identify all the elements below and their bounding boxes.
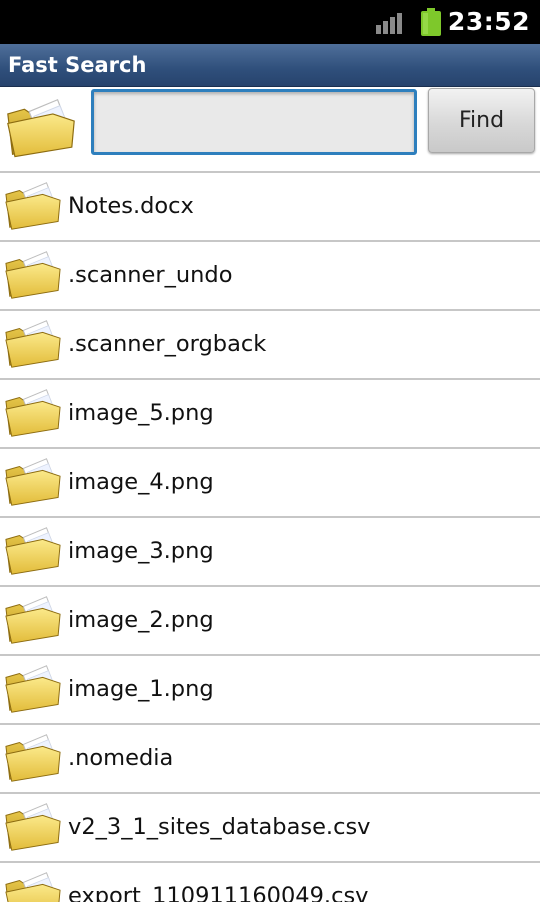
file-name: Notes.docx	[68, 193, 194, 219]
folder-icon	[5, 389, 61, 437]
file-list-item[interactable]: image_4.png	[0, 449, 540, 518]
folder-icon	[5, 596, 61, 644]
file-list[interactable]: Notes.docx .scanner_undo .scanner_orgbacki…	[0, 171, 540, 902]
folder-icon	[5, 458, 61, 506]
file-list-item[interactable]: image_3.png	[0, 518, 540, 587]
file-name: image_2.png	[68, 607, 214, 633]
file-name: image_5.png	[68, 400, 214, 426]
file-list-item[interactable]: .scanner_undo	[0, 242, 540, 311]
file-name: .scanner_orgback	[68, 331, 267, 357]
file-list-item[interactable]: image_1.png	[0, 656, 540, 725]
folder-icon	[5, 872, 61, 902]
signal-bars-icon	[376, 13, 402, 34]
file-name: image_1.png	[68, 676, 214, 702]
folder-icon	[5, 665, 61, 713]
title-bar: Fast Search	[0, 44, 540, 87]
status-bar: 23:52	[0, 0, 540, 44]
file-list-item[interactable]: image_5.png	[0, 380, 540, 449]
battery-icon	[421, 8, 441, 36]
file-list-item[interactable]: image_2.png	[0, 587, 540, 656]
folder-icon	[5, 182, 61, 230]
file-list-item[interactable]: .scanner_orgback	[0, 311, 540, 380]
file-name: export_110911160049.csv	[68, 883, 369, 902]
find-button[interactable]: Find	[428, 88, 535, 153]
file-list-item[interactable]: export_110911160049.csv	[0, 863, 540, 902]
app-title: Fast Search	[8, 53, 147, 77]
folder-icon	[5, 527, 61, 575]
folder-icon	[5, 803, 61, 851]
file-name: v2_3_1_sites_database.csv	[68, 814, 371, 840]
folder-icon	[5, 251, 61, 299]
file-list-item[interactable]: v2_3_1_sites_database.csv	[0, 794, 540, 863]
file-list-item[interactable]: .nomedia	[0, 725, 540, 794]
file-name: image_3.png	[68, 538, 214, 564]
folder-icon[interactable]	[4, 95, 78, 159]
folder-icon	[5, 320, 61, 368]
file-name: image_4.png	[68, 469, 214, 495]
file-list-item[interactable]: Notes.docx	[0, 173, 540, 242]
search-input[interactable]	[91, 89, 417, 155]
search-row: Find	[0, 87, 540, 169]
status-clock: 23:52	[447, 7, 530, 36]
folder-icon	[5, 734, 61, 782]
file-name: .nomedia	[68, 745, 174, 771]
file-name: .scanner_undo	[68, 262, 233, 288]
